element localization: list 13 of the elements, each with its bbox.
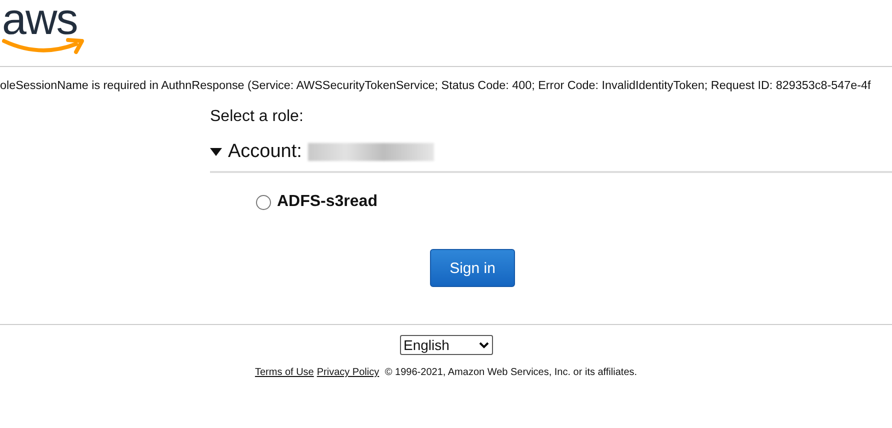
aws-logo: aws [0, 0, 88, 56]
footer-link[interactable]: Privacy Policy [316, 367, 380, 378]
account-label: Account: [228, 141, 302, 163]
copyright-text: © 1996-2021, Amazon Web Services, Inc. or its affiliates. [384, 367, 638, 378]
caret-down-icon[interactable] [210, 148, 222, 156]
language-select[interactable]: English [400, 335, 492, 355]
role-label: ADFS-s3read [277, 193, 378, 211]
sign-in-button[interactable]: Sign in [430, 249, 515, 287]
error-message: oleSessionName is required in AuthnResponse (Service: AWSSecurityTokenService; Status Code: 400; Error Code: InvalidIdentityToken; Request ID: 829353c8-547e-4f [0, 79, 872, 93]
chevron-down-icon [478, 342, 488, 348]
section-heading: Select a role: [210, 107, 304, 127]
footer-link[interactable]: Terms of Use [254, 367, 314, 378]
radio-button[interactable] [256, 194, 271, 210]
